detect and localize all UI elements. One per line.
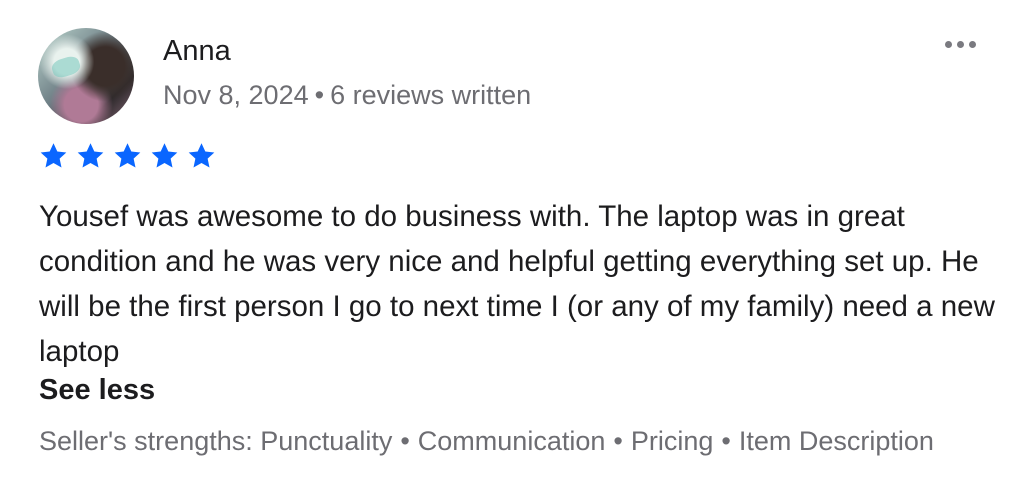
more-horizontal-icon [944,40,952,48]
strength-item: Punctuality [260,426,393,456]
strength-item: Pricing [630,426,714,456]
reviewer-name[interactable]: Anna [163,32,231,70]
avatar[interactable] [38,28,134,124]
star-icon [188,143,215,168]
strength-separator: • [613,426,623,456]
more-dot [956,40,964,48]
star-icon [151,143,178,168]
strength-item: Communication [417,426,606,456]
review-text: Yousef was awesome to do business with. … [39,200,995,368]
review-meta: Nov 8, 2024 • 6 reviews written [163,78,531,112]
reviews-count[interactable]: 6 reviews written [330,80,531,110]
seller-strengths: Seller's strengths: Punctuality • Communic… [39,424,979,459]
star-icon [40,143,67,168]
star-rating [38,141,217,171]
star-icon [77,143,104,168]
strengths-prefix: Seller's strengths: [39,426,253,456]
more-dot [968,40,976,48]
star-icon [114,143,141,168]
more-options-button[interactable] [936,32,984,56]
strength-item: Item Description [738,426,934,456]
review-date: Nov 8, 2024 [163,80,309,110]
strength-separator: • [721,426,731,456]
see-less-button[interactable]: See less [39,370,155,410]
strength-separator: • [400,426,410,456]
meta-separator: • [314,80,325,110]
